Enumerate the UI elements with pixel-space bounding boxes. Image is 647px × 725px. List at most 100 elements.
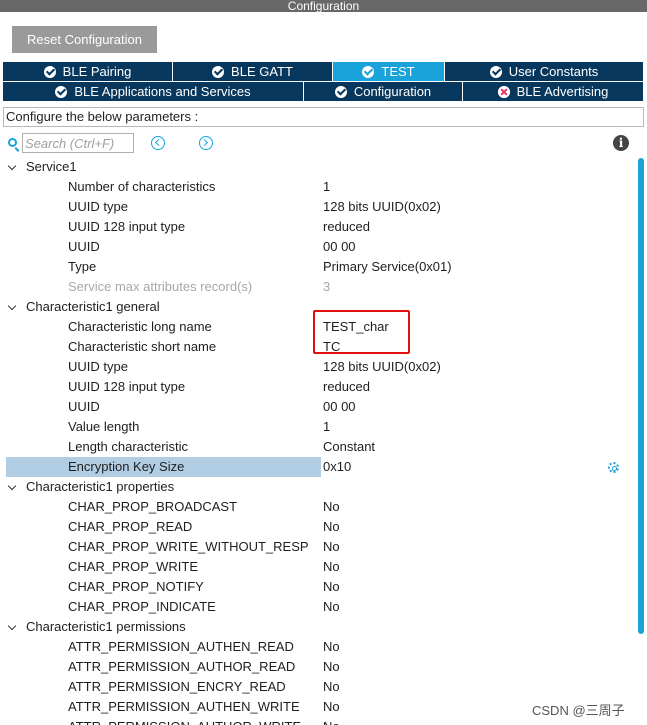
param-row[interactable]: UUID 128 input type reduced bbox=[0, 377, 636, 397]
tree-group-characteristic1-permissions[interactable]: Characteristic1 permissions bbox=[0, 617, 636, 637]
scrollbar-thumb[interactable] bbox=[638, 158, 644, 634]
param-value[interactable]: 00 00 bbox=[323, 397, 356, 417]
info-icon[interactable]: i bbox=[613, 135, 629, 151]
search-bar: i bbox=[0, 131, 647, 157]
check-circle-icon bbox=[55, 85, 68, 98]
param-label: ATTR_PERMISSION_ENCRY_READ bbox=[68, 679, 286, 694]
tab-user-constants[interactable]: User Constants bbox=[445, 62, 644, 82]
chevron-down-icon[interactable] bbox=[7, 621, 17, 631]
param-value[interactable]: No bbox=[323, 677, 340, 697]
tab-configuration[interactable]: Configuration bbox=[304, 82, 463, 102]
param-row[interactable]: UUID 00 00 bbox=[0, 237, 636, 257]
param-label: Encryption Key Size bbox=[68, 459, 185, 474]
tab-label: User Constants bbox=[508, 63, 599, 79]
params-header: Configure the below parameters : bbox=[3, 107, 644, 127]
param-row[interactable]: Number of characteristics 1 bbox=[0, 177, 636, 197]
error-circle-icon bbox=[497, 85, 510, 98]
param-value[interactable]: 1 bbox=[323, 177, 330, 197]
param-value[interactable]: No bbox=[323, 517, 340, 537]
tree-group-service1[interactable]: Service1 bbox=[0, 157, 636, 177]
param-value[interactable]: No bbox=[323, 577, 340, 597]
param-label: CHAR_PROP_BROADCAST bbox=[68, 499, 238, 514]
param-label: ATTR_PERMISSION_AUTHEN_WRITE bbox=[68, 699, 300, 714]
check-circle-icon bbox=[212, 65, 225, 78]
param-row[interactable]: Type Primary Service(0x01) bbox=[0, 257, 636, 277]
param-row[interactable]: CHAR_PROP_READ No bbox=[0, 517, 636, 537]
chevron-down-icon[interactable] bbox=[7, 161, 17, 171]
tab-label: BLE Pairing bbox=[62, 63, 132, 79]
param-row[interactable]: CHAR_PROP_WRITE_WITHOUT_RESP No bbox=[0, 537, 636, 557]
param-row[interactable]: CHAR_PROP_BROADCAST No bbox=[0, 497, 636, 517]
param-row[interactable]: UUID 128 input type reduced bbox=[0, 217, 636, 237]
param-label: Length characteristic bbox=[68, 439, 188, 454]
param-row[interactable]: CHAR_PROP_WRITE No bbox=[0, 557, 636, 577]
tab-ble-advertising[interactable]: BLE Advertising bbox=[463, 82, 644, 102]
param-row[interactable]: CHAR_PROP_NOTIFY No bbox=[0, 577, 636, 597]
param-value[interactable]: Primary Service(0x01) bbox=[323, 257, 452, 277]
watermark: CSDN @三周子 bbox=[532, 700, 625, 719]
param-value[interactable]: 1 bbox=[323, 417, 330, 437]
param-value[interactable]: No bbox=[323, 537, 340, 557]
tab-label: BLE Advertising bbox=[516, 83, 609, 99]
param-row[interactable]: UUID 00 00 bbox=[0, 397, 636, 417]
configuration-window: Configuration Reset Configuration BLE Pa… bbox=[0, 0, 647, 725]
param-label: UUID type bbox=[68, 199, 128, 214]
param-row[interactable]: ATTR_PERMISSION_AUTHOR_READ No bbox=[0, 657, 636, 677]
chevron-down-icon[interactable] bbox=[7, 301, 17, 311]
group-label: Service1 bbox=[26, 159, 77, 174]
param-value[interactable]: 0x10 bbox=[323, 457, 351, 477]
param-row[interactable]: CHAR_PROP_INDICATE No bbox=[0, 597, 636, 617]
tab-label: TEST bbox=[381, 63, 415, 79]
tab-ble-applications-and-services[interactable]: BLE Applications and Services bbox=[3, 82, 304, 102]
param-label: UUID type bbox=[68, 359, 128, 374]
param-label: ATTR_PERMISSION_AUTHOR_WRITE bbox=[68, 717, 301, 725]
previous-match-icon[interactable] bbox=[151, 136, 165, 150]
next-match-icon[interactable] bbox=[199, 136, 213, 150]
window-title: Configuration bbox=[0, 0, 647, 12]
tab-label: BLE Applications and Services bbox=[74, 83, 251, 99]
param-value[interactable]: No bbox=[323, 717, 340, 725]
param-row[interactable]: Value length 1 bbox=[0, 417, 636, 437]
param-label: Service max attributes record(s) bbox=[68, 279, 253, 294]
param-row[interactable]: Length characteristic Constant bbox=[0, 437, 636, 457]
check-circle-icon bbox=[362, 65, 375, 78]
param-row[interactable]: UUID type 128 bits UUID(0x02) bbox=[0, 197, 636, 217]
tab-ble-gatt[interactable]: BLE GATT bbox=[173, 62, 333, 82]
param-label: ATTR_PERMISSION_AUTHOR_READ bbox=[68, 659, 296, 674]
highlight-annotation-box bbox=[313, 310, 410, 354]
param-value[interactable]: No bbox=[323, 697, 340, 717]
param-value[interactable]: reduced bbox=[323, 217, 370, 237]
param-value[interactable]: Constant bbox=[323, 437, 375, 457]
param-label: ATTR_PERMISSION_AUTHEN_READ bbox=[68, 639, 294, 654]
param-label: Value length bbox=[68, 419, 140, 434]
param-label: Characteristic long name bbox=[68, 319, 212, 334]
reset-configuration-button[interactable]: Reset Configuration bbox=[12, 26, 157, 53]
param-value[interactable]: No bbox=[323, 557, 340, 577]
param-value[interactable]: No bbox=[323, 637, 340, 657]
param-value[interactable]: reduced bbox=[323, 377, 370, 397]
param-label: UUID bbox=[68, 399, 100, 414]
search-input[interactable] bbox=[22, 133, 134, 153]
param-row[interactable]: ATTR_PERMISSION_ENCRY_READ No bbox=[0, 677, 636, 697]
chevron-down-icon[interactable] bbox=[7, 481, 17, 491]
param-row[interactable]: ATTR_PERMISSION_AUTHEN_READ No bbox=[0, 637, 636, 657]
tab-ble-pairing[interactable]: BLE Pairing bbox=[3, 62, 173, 82]
param-value[interactable]: No bbox=[323, 497, 340, 517]
param-value[interactable]: No bbox=[323, 657, 340, 677]
tab-test[interactable]: TEST bbox=[333, 62, 445, 82]
param-row[interactable]: UUID type 128 bits UUID(0x02) bbox=[0, 357, 636, 377]
param-label: CHAR_PROP_WRITE_WITHOUT_RESP bbox=[68, 539, 309, 554]
tab-row-2: BLE Applications and Services Configurati… bbox=[3, 82, 644, 102]
param-row[interactable]: Encryption Key Size 0x10 bbox=[0, 457, 636, 477]
search-icon[interactable] bbox=[8, 138, 17, 147]
toolbar: Reset Configuration bbox=[0, 12, 647, 62]
group-label: Characteristic1 permissions bbox=[26, 619, 186, 634]
param-value[interactable]: 00 00 bbox=[323, 237, 356, 257]
param-value[interactable]: No bbox=[323, 597, 340, 617]
param-value[interactable]: 128 bits UUID(0x02) bbox=[323, 357, 441, 377]
param-label: UUID 128 input type bbox=[68, 219, 186, 234]
param-value[interactable]: 128 bits UUID(0x02) bbox=[323, 197, 441, 217]
param-row[interactable]: Service max attributes record(s) 3 bbox=[0, 277, 636, 297]
tree-group-characteristic1-properties[interactable]: Characteristic1 properties bbox=[0, 477, 636, 497]
gear-icon[interactable] bbox=[608, 462, 619, 473]
